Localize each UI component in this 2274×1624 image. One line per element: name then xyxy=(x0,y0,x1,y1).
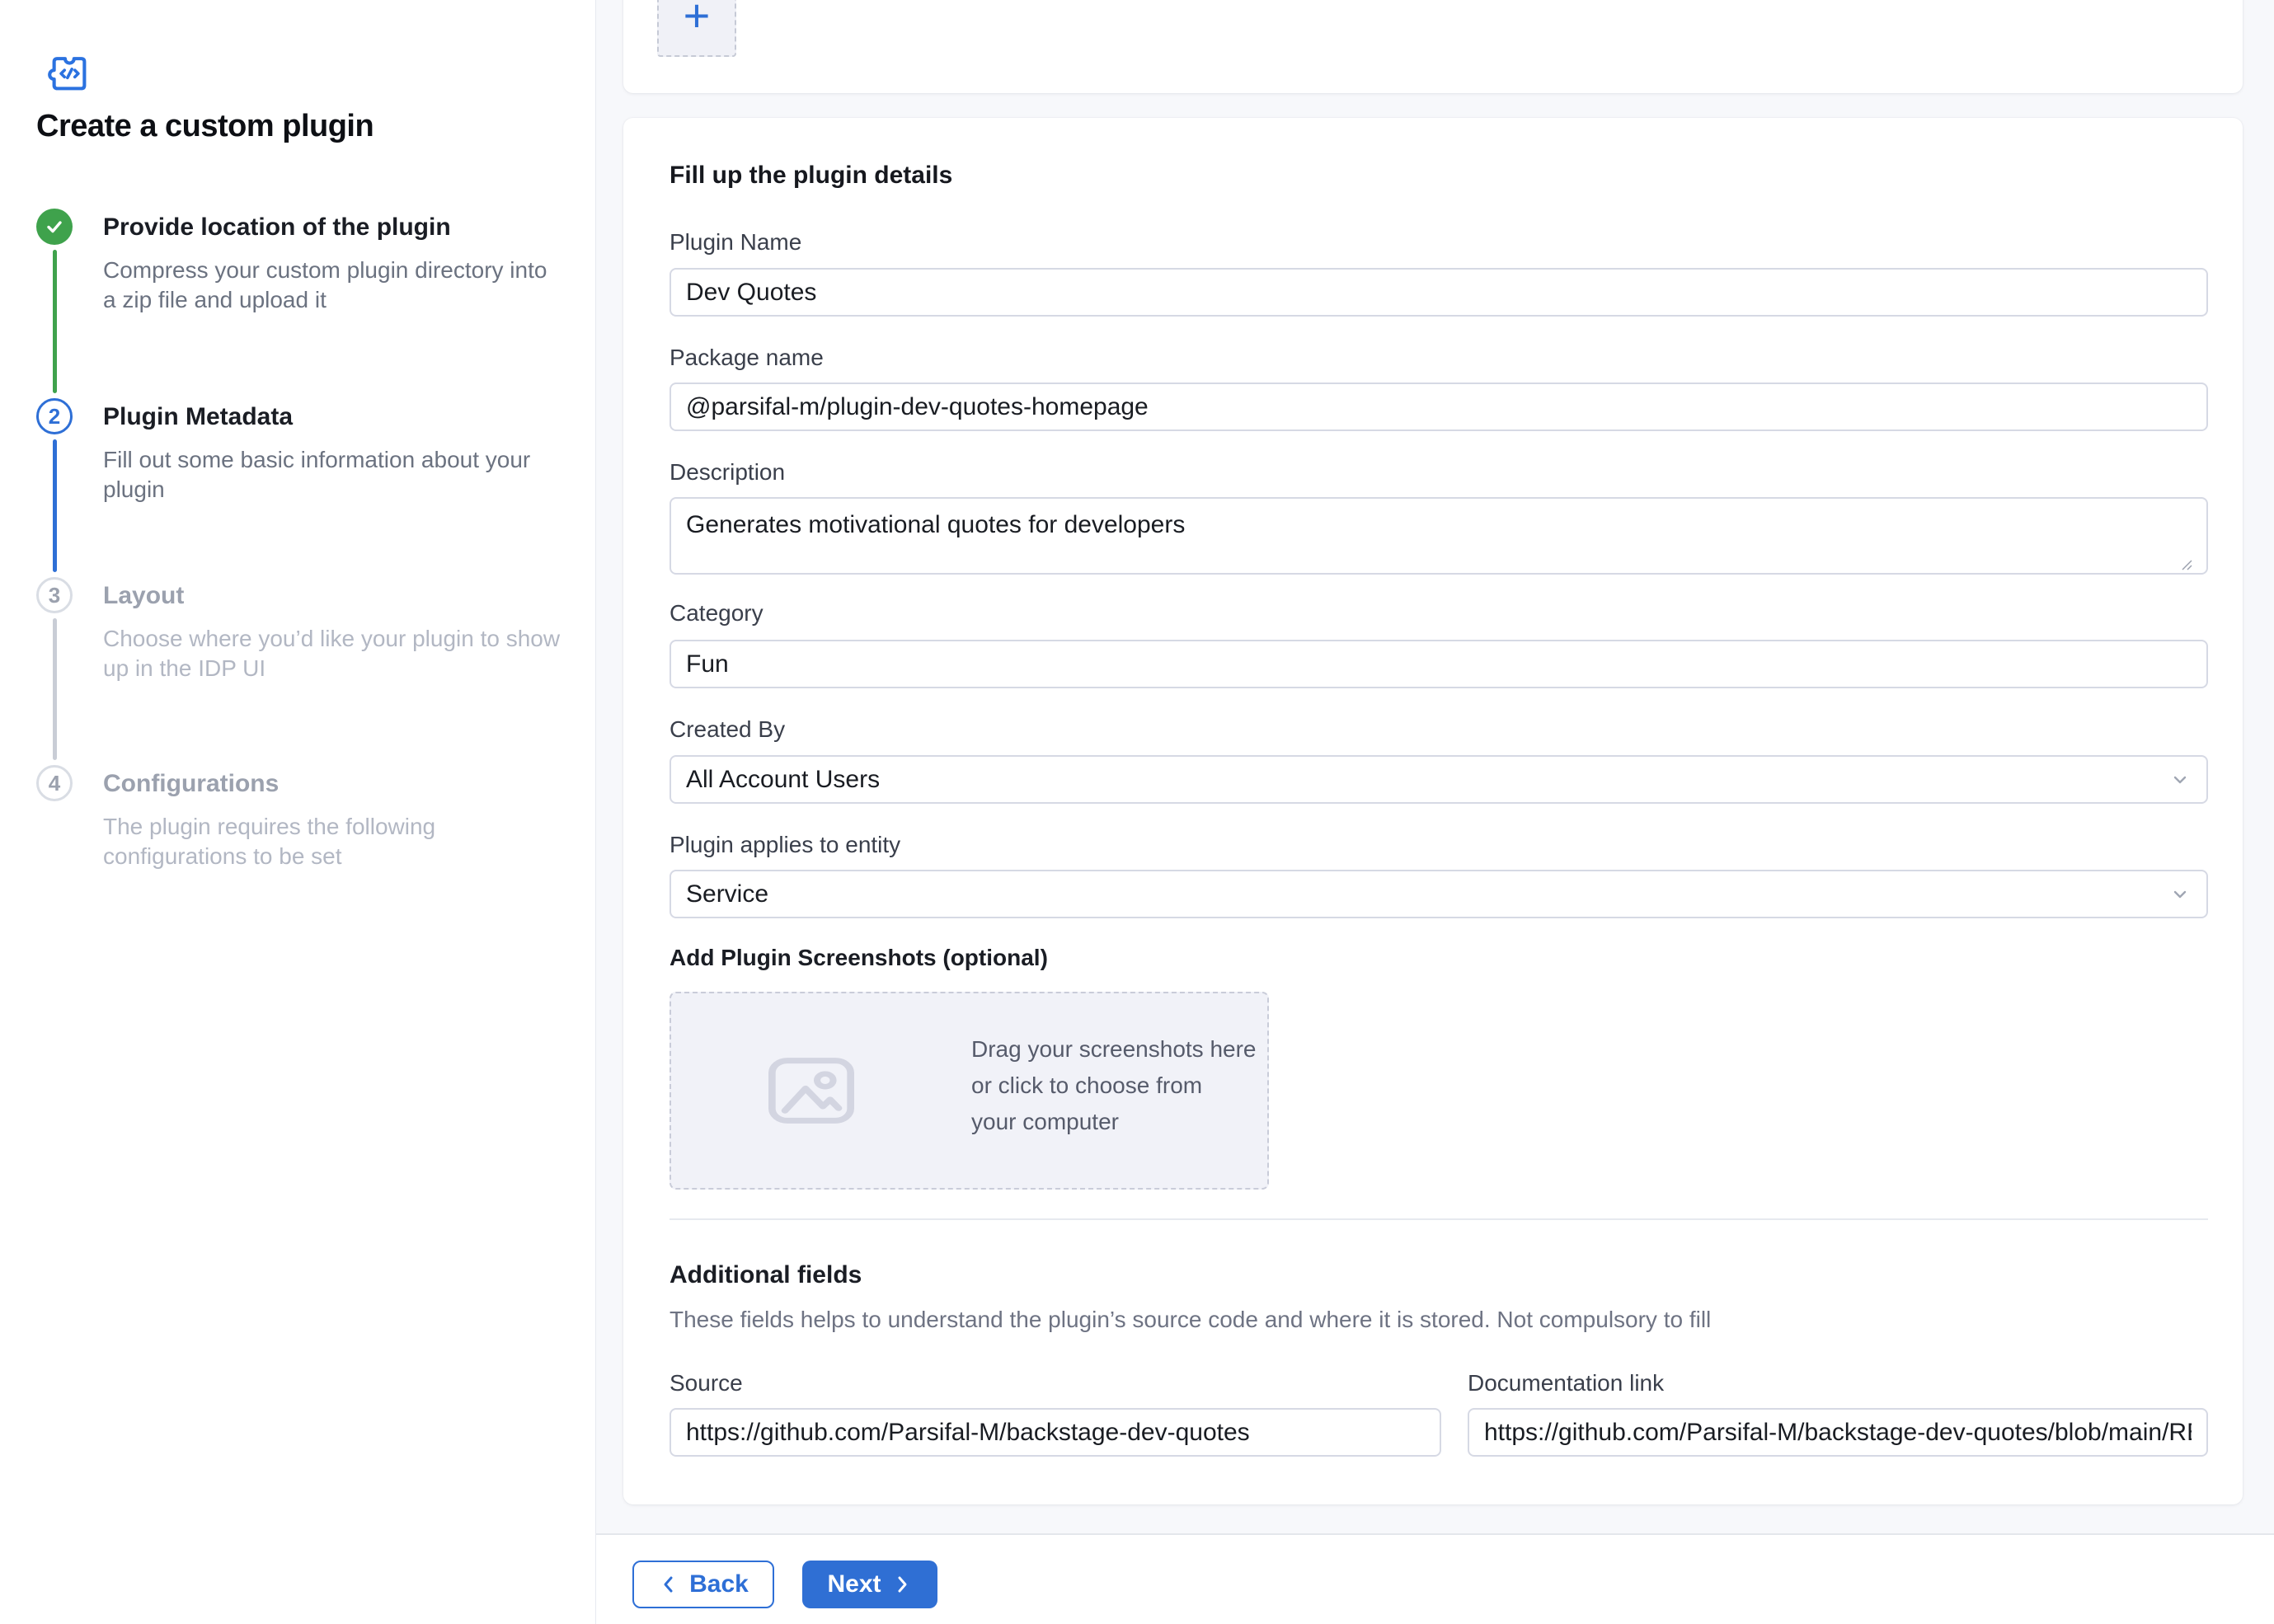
step-3-number: 3 xyxy=(49,583,60,608)
package-name-input[interactable] xyxy=(670,383,2208,431)
check-icon xyxy=(44,216,65,237)
page-title: Create a custom plugin xyxy=(36,109,374,144)
step-4-title[interactable]: Configurations xyxy=(103,770,279,798)
dropzone-instructions: Drag your screenshots here or click to c… xyxy=(971,1031,1257,1140)
plugin-name-label: Plugin Name xyxy=(670,229,801,256)
step-4-description: The plugin requires the following config… xyxy=(103,812,565,871)
dropzone-line-1: Drag your screenshots here xyxy=(971,1031,1257,1068)
created-by-select[interactable]: All Account Users xyxy=(670,755,2208,804)
created-by-value: All Account Users xyxy=(686,766,880,794)
documentation-link-label: Documentation link xyxy=(1468,1370,1664,1396)
screenshot-dropzone[interactable]: Drag your screenshots here or click to c… xyxy=(670,992,1269,1190)
next-button[interactable]: Next xyxy=(802,1561,937,1608)
plugin-details-card: Fill up the plugin details Plugin Name P… xyxy=(623,118,2243,1504)
created-by-label: Created By xyxy=(670,716,785,743)
plugin-name-input[interactable] xyxy=(670,268,2208,317)
resize-handle-icon[interactable] xyxy=(2180,558,2193,571)
category-label: Category xyxy=(670,600,763,627)
screenshots-label: Add Plugin Screenshots (optional) xyxy=(670,945,1048,971)
entity-select[interactable]: Service xyxy=(670,870,2208,918)
form-title: Fill up the plugin details xyxy=(670,162,952,190)
upload-card: + xyxy=(623,0,2243,93)
chevron-down-icon xyxy=(2168,768,2192,791)
dropzone-line-3: your computer xyxy=(971,1104,1257,1140)
wizard-sidebar: Create a custom plugin Provide location … xyxy=(0,0,596,1624)
next-button-label: Next xyxy=(827,1570,881,1598)
back-button[interactable]: Back xyxy=(632,1561,774,1608)
step-4-number: 4 xyxy=(49,771,60,796)
back-button-label: Back xyxy=(689,1570,749,1598)
puzzle-code-icon xyxy=(45,49,93,97)
step-connector-upcoming xyxy=(53,618,57,760)
step-3-title[interactable]: Layout xyxy=(103,582,184,610)
chevron-down-icon xyxy=(2168,883,2192,906)
step-1-title[interactable]: Provide location of the plugin xyxy=(103,214,451,242)
step-2-indicator[interactable]: 2 xyxy=(36,398,73,434)
step-1-indicator[interactable] xyxy=(36,209,73,245)
package-name-label: Package name xyxy=(670,345,824,371)
description-label: Description xyxy=(670,459,785,486)
step-connector-complete xyxy=(53,250,57,393)
additional-fields-title: Additional fields xyxy=(670,1261,862,1289)
main-content: + Fill up the plugin details Plugin Name… xyxy=(596,0,2274,1624)
entity-value: Service xyxy=(686,880,768,908)
step-3-description: Choose where you’d like your plugin to s… xyxy=(103,624,565,683)
create-custom-plugin-page: Create a custom plugin Provide location … xyxy=(0,0,2274,1624)
step-connector-active xyxy=(53,439,57,572)
documentation-link-input[interactable] xyxy=(1468,1408,2208,1457)
step-2-title[interactable]: Plugin Metadata xyxy=(103,403,293,431)
image-icon xyxy=(758,1048,865,1134)
entity-label: Plugin applies to entity xyxy=(670,832,900,858)
step-4-indicator[interactable]: 4 xyxy=(36,765,73,801)
chevron-right-icon xyxy=(891,1574,913,1595)
step-3-indicator[interactable]: 3 xyxy=(36,577,73,613)
dropzone-line-2: or click to choose from xyxy=(971,1068,1257,1104)
plus-icon: + xyxy=(684,0,711,39)
step-2-number: 2 xyxy=(49,404,60,429)
category-input[interactable] xyxy=(670,640,2208,688)
section-divider xyxy=(670,1218,2208,1220)
source-input[interactable] xyxy=(670,1408,1441,1457)
description-textarea[interactable]: Generates motivational quotes for develo… xyxy=(670,497,2208,575)
additional-fields-helper: These fields helps to understand the plu… xyxy=(670,1307,1711,1333)
step-2-description: Fill out some basic information about yo… xyxy=(103,445,565,505)
add-screenshot-tile[interactable]: + xyxy=(657,0,736,57)
step-1-description: Compress your custom plugin directory in… xyxy=(103,256,565,315)
source-label: Source xyxy=(670,1370,743,1396)
chevron-left-icon xyxy=(658,1574,679,1595)
